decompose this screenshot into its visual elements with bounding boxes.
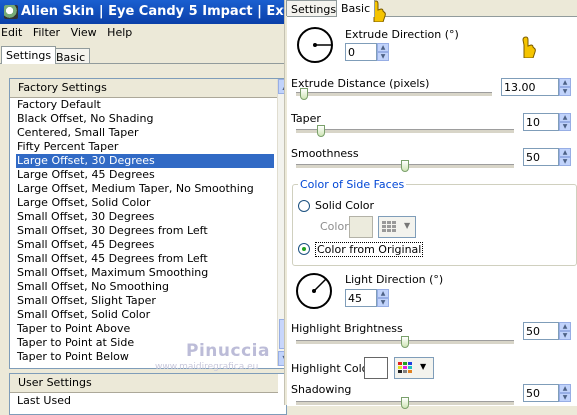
chevron-down-icon: ▼ [420, 362, 427, 371]
menu-bar: Edit Filter View Help [0, 24, 284, 42]
smoothness-slider-knob[interactable] [401, 160, 409, 172]
user-settings-header: User Settings [10, 374, 278, 393]
shadowing-slider-knob[interactable] [401, 397, 409, 409]
shadowing-spinner[interactable]: ▲ ▼ [559, 384, 571, 402]
title-bar: Alien Skin | Eye Candy 5 Impact | Extrud… [0, 0, 284, 24]
highlight-color-swatch[interactable] [364, 357, 388, 379]
menu-filter[interactable]: Filter [33, 26, 66, 39]
factory-settings-panel: Factory Settings Factory Default Black Of… [9, 78, 293, 369]
light-direction-input[interactable]: 45 [345, 289, 377, 307]
solid-color-radio[interactable] [298, 200, 310, 212]
hand-cursor-icon [522, 36, 536, 58]
chevron-down-icon: ▼ [404, 221, 411, 230]
tab-basic[interactable]: Basic [51, 48, 91, 64]
extrude-distance-slider[interactable] [296, 88, 492, 100]
list-item[interactable]: Small Offset, 30 Degrees [16, 210, 274, 224]
taper-slider[interactable] [296, 125, 514, 137]
right-tab-settings-label: Settings [291, 3, 337, 16]
highlight-brightness-spinner[interactable]: ▲ ▼ [559, 322, 571, 340]
color-from-original-radio[interactable] [298, 243, 310, 255]
extrude-direction-dial[interactable] [297, 27, 333, 63]
menu-edit[interactable]: Edit [1, 26, 28, 39]
color-grid-icon [398, 362, 412, 373]
list-item[interactable]: Small Offset, Slight Taper [16, 294, 274, 308]
extrude-direction-input[interactable]: 0 [345, 43, 377, 61]
right-tab-basic[interactable]: Basic [336, 0, 376, 17]
highlight-brightness-slider-knob[interactable] [401, 336, 409, 348]
shadowing-slider[interactable] [296, 397, 514, 409]
factory-settings-list[interactable]: Factory Default Black Offset, No Shading C… [16, 98, 274, 366]
extrude-direction-spinner[interactable]: ▲ ▼ [377, 43, 389, 61]
user-settings-panel: User Settings Last Used [9, 373, 287, 415]
tab-settings-label: Settings [6, 49, 52, 62]
color-label: Color [320, 220, 349, 233]
app-icon [4, 4, 18, 19]
side-faces-legend: Color of Side Faces [298, 178, 407, 191]
shadowing-input[interactable]: 50 [523, 384, 559, 402]
menu-view[interactable]: View [71, 26, 103, 39]
list-item[interactable]: Large Offset, 30 Degrees [16, 154, 274, 168]
list-item[interactable]: Small Offset, Maximum Smoothing [16, 266, 274, 280]
list-item[interactable]: Small Offset, 30 Degrees from Left [16, 224, 274, 238]
highlight-brightness-label: Highlight Brightness [291, 322, 403, 335]
solid-color-label: Solid Color [315, 199, 375, 212]
highlight-brightness-slider[interactable] [296, 336, 514, 348]
watermark-url: www.maidiregrafica.eu [155, 362, 259, 372]
side-color-swatch[interactable] [349, 216, 373, 238]
side-color-picker-button[interactable]: ▼ [378, 216, 416, 238]
list-item[interactable]: Fifty Percent Taper [16, 140, 274, 154]
list-item[interactable]: Small Offset, 45 Degrees from Left [16, 252, 274, 266]
tab-settings[interactable]: Settings [1, 46, 57, 64]
extrude-direction-label: Extrude Direction (°) [345, 28, 459, 41]
list-item[interactable]: Large Offset, Medium Taper, No Smoothing [16, 182, 274, 196]
light-direction-label: Light Direction (°) [345, 273, 444, 286]
taper-input[interactable]: 10 [523, 113, 559, 131]
highlight-color-label: Highlight Color [291, 362, 373, 375]
light-direction-dial[interactable] [296, 273, 332, 309]
light-direction-spinner[interactable]: ▲ ▼ [377, 289, 389, 307]
extrude-distance-input[interactable]: 13.00 [501, 78, 559, 96]
smoothness-slider[interactable] [296, 160, 514, 172]
factory-settings-header: Factory Settings [10, 79, 278, 98]
color-from-original-label: Color from Original [315, 242, 424, 257]
color-grid-icon [382, 221, 396, 232]
shadowing-label: Shadowing [291, 383, 352, 396]
taper-spinner[interactable]: ▲ ▼ [559, 113, 571, 131]
smoothness-input[interactable]: 50 [523, 148, 559, 166]
list-item[interactable]: Black Offset, No Shading [16, 112, 274, 126]
taper-slider-knob[interactable] [317, 125, 325, 137]
extrude-distance-spinner[interactable]: ▲ ▼ [559, 78, 571, 96]
extrude-distance-slider-knob[interactable] [299, 88, 308, 100]
list-item[interactable]: Small Offset, 45 Degrees [16, 238, 274, 252]
user-settings-item[interactable]: Last Used [17, 394, 71, 407]
list-item[interactable]: Centered, Small Taper [16, 126, 274, 140]
highlight-color-picker-button[interactable]: ▼ [394, 357, 434, 379]
watermark-name: Pinuccia [186, 341, 270, 361]
list-item[interactable]: Large Offset, 45 Degrees [16, 168, 274, 182]
list-item[interactable]: Large Offset, Solid Color [16, 196, 274, 210]
right-tab-settings[interactable]: Settings [286, 0, 342, 16]
highlight-brightness-input[interactable]: 50 [523, 322, 559, 340]
menu-help[interactable]: Help [107, 26, 138, 39]
smoothness-label: Smoothness [291, 147, 359, 160]
list-item[interactable]: Small Offset, Solid Color [16, 308, 274, 322]
taper-label: Taper [291, 112, 321, 125]
list-item[interactable]: Taper to Point Above [16, 322, 274, 336]
extrude-distance-label: Extrude Distance (pixels) [291, 77, 430, 90]
list-item[interactable]: Factory Default [16, 98, 274, 112]
window-title: Alien Skin | Eye Candy 5 Impact | Extrud… [21, 4, 284, 19]
list-item[interactable]: Small Offset, No Smoothing [16, 280, 274, 294]
right-tab-basic-label: Basic [341, 2, 371, 15]
smoothness-spinner[interactable]: ▲ ▼ [559, 148, 571, 166]
